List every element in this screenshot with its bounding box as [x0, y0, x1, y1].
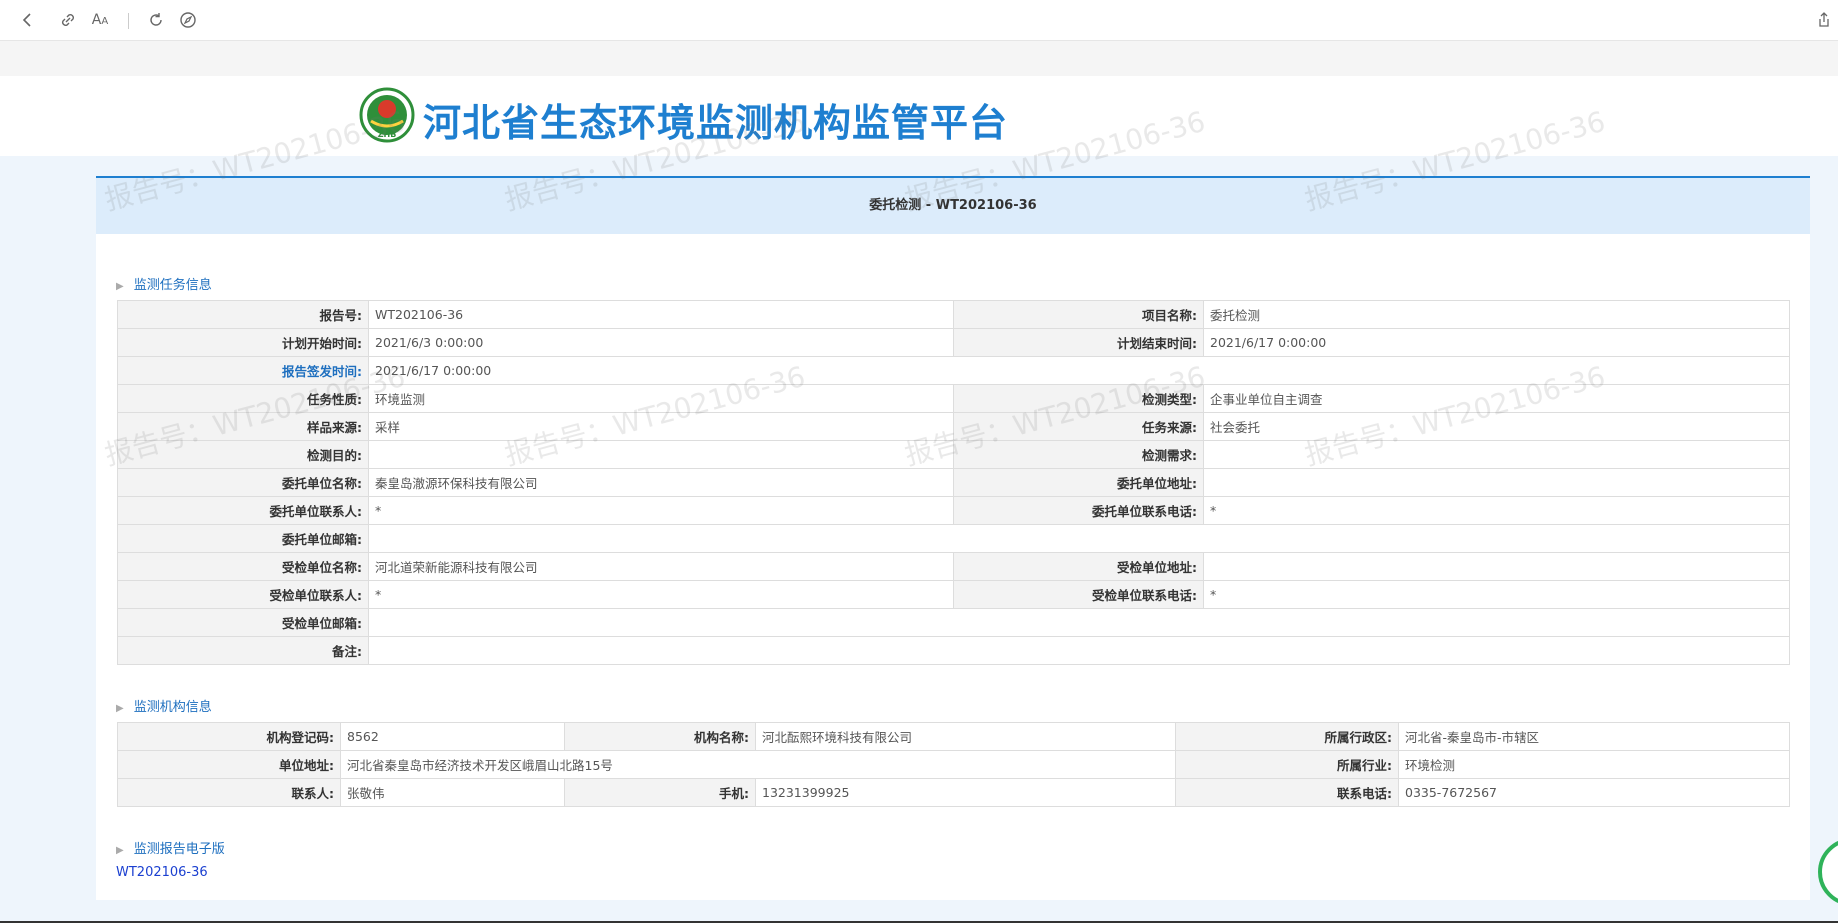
reg-code-label: 机构登记码:: [117, 722, 341, 751]
industry-value: 环境检测: [1398, 750, 1790, 779]
back-icon[interactable]: [18, 10, 38, 30]
browser-toolbar: AA: [0, 0, 1838, 41]
report-no-value: WT202106-36: [368, 300, 954, 329]
client-email-value: [368, 524, 1790, 553]
inspected-address-value: [1203, 552, 1790, 581]
issue-time-value: 2021/6/17 0:00:00: [368, 356, 1790, 385]
test-purpose-value: [368, 440, 954, 469]
logo-text: ZHB: [378, 130, 397, 139]
client-name-label: 委托单位名称:: [117, 468, 369, 497]
inspected-email-label: 受检单位邮箱:: [117, 608, 369, 637]
test-type-label: 检测类型:: [953, 384, 1204, 413]
site-title: 河北省生态环境监测机构监管平台: [423, 101, 1009, 145]
inspected-phone-value: *: [1203, 580, 1790, 609]
project-name-value: 委托检测: [1203, 300, 1790, 329]
table-row: 受检单位联系人: * 受检单位联系电话: *: [117, 580, 1790, 609]
table-row: 报告号: WT202106-36 项目名称: 委托检测: [117, 300, 1790, 329]
remark-value: [368, 636, 1790, 665]
text-size-icon[interactable]: AA: [90, 10, 110, 30]
contact-value: 张敬伟: [340, 778, 565, 807]
inspected-address-label: 受检单位地址:: [953, 552, 1204, 581]
task-section-title: ▶ 监测任务信息: [116, 278, 212, 293]
table-row: 单位地址: 河北省秦皇岛市经济技术开发区峨眉山北路15号 所属行业: 环境检测: [117, 750, 1790, 779]
table-row: 机构登记码: 8562 机构名称: 河北酝熙环境科技有限公司 所属行政区: 河北…: [117, 722, 1790, 751]
client-phone-value: *: [1203, 496, 1790, 525]
table-row: 受检单位邮箱:: [117, 608, 1790, 637]
table-row: 委托单位联系人: * 委托单位联系电话: *: [117, 496, 1790, 525]
sample-source-value: 采样: [368, 412, 954, 441]
client-contact-label: 委托单位联系人:: [117, 496, 369, 525]
address-label: 单位地址:: [117, 750, 341, 779]
table-row: 联系人: 张敬伟 手机: 13231399925 联系电话: 0335-7672…: [117, 778, 1790, 807]
table-row: 计划开始时间: 2021/6/3 0:00:00 计划结束时间: 2021/6/…: [117, 328, 1790, 357]
triangle-right-icon: ▶: [116, 281, 124, 292]
org-section-title: ▶ 监测机构信息: [116, 700, 212, 715]
task-nature-value: 环境监测: [368, 384, 954, 413]
issue-time-label: 报告签发时间:: [117, 356, 369, 385]
table-row: 报告签发时间: 2021/6/17 0:00:00: [117, 356, 1790, 385]
test-demand-value: [1203, 440, 1790, 469]
link-icon[interactable]: [58, 10, 78, 30]
plan-end-label: 计划结束时间:: [953, 328, 1204, 357]
inspected-contact-value: *: [368, 580, 954, 609]
test-demand-label: 检测需求:: [953, 440, 1204, 469]
task-source-label: 任务来源:: [953, 412, 1204, 441]
table-row: 任务性质: 环境监测 检测类型: 企事业单位自主调查: [117, 384, 1790, 413]
table-row: 备注:: [117, 636, 1790, 665]
test-purpose-label: 检测目的:: [117, 440, 369, 469]
toolbar-separator: [128, 13, 129, 29]
region-value: 河北省-秦皇岛市-市辖区: [1398, 722, 1790, 751]
remark-label: 备注:: [117, 636, 369, 665]
reload-icon[interactable]: [146, 10, 166, 30]
share-icon[interactable]: [1814, 10, 1834, 30]
task-nature-label: 任务性质:: [117, 384, 369, 413]
plan-start-label: 计划开始时间:: [117, 328, 369, 357]
phone-value: 0335-7672567: [1398, 778, 1790, 807]
report-download-link[interactable]: WT202106-36: [116, 865, 208, 880]
test-type-value: 企事业单位自主调查: [1203, 384, 1790, 413]
org-info-table: 机构登记码: 8562 机构名称: 河北酝熙环境科技有限公司 所属行政区: 河北…: [117, 722, 1790, 807]
reg-code-value: 8562: [340, 722, 565, 751]
address-value: 河北省秦皇岛市经济技术开发区峨眉山北路15号: [340, 750, 1176, 779]
client-contact-value: *: [368, 496, 954, 525]
table-row: 委托单位名称: 秦皇岛澈源环保科技有限公司 委托单位地址:: [117, 468, 1790, 497]
table-row: 样品来源: 采样 任务来源: 社会委托: [117, 412, 1790, 441]
mobile-value: 13231399925: [755, 778, 1176, 807]
sample-source-label: 样品来源:: [117, 412, 369, 441]
logo: ZHB: [359, 87, 415, 143]
table-row: 委托单位邮箱:: [117, 524, 1790, 553]
panel-header: 委托检测 - WT202106-36: [96, 176, 1810, 234]
org-name-label: 机构名称:: [564, 722, 756, 751]
plan-end-value: 2021/6/17 0:00:00: [1203, 328, 1790, 357]
client-address-value: [1203, 468, 1790, 497]
browser-gray-band: [0, 41, 1838, 76]
task-source-value: 社会委托: [1203, 412, 1790, 441]
client-name-value: 秦皇岛澈源环保科技有限公司: [368, 468, 954, 497]
contact-label: 联系人:: [117, 778, 341, 807]
panel-title: 委托检测 - WT202106-36: [869, 198, 1037, 213]
plan-start-value: 2021/6/3 0:00:00: [368, 328, 954, 357]
triangle-right-icon: ▶: [116, 845, 124, 856]
inspected-phone-label: 受检单位联系电话:: [953, 580, 1204, 609]
client-address-label: 委托单位地址:: [953, 468, 1204, 497]
triangle-right-icon: ▶: [116, 703, 124, 714]
inspected-email-value: [368, 608, 1790, 637]
table-row: 检测目的: 检测需求:: [117, 440, 1790, 469]
report-section-title: ▶ 监测报告电子版: [116, 842, 225, 857]
compass-icon[interactable]: [178, 10, 198, 30]
client-phone-label: 委托单位联系电话:: [953, 496, 1204, 525]
project-name-label: 项目名称:: [953, 300, 1204, 329]
region-label: 所属行政区:: [1175, 722, 1399, 751]
inspected-name-label: 受检单位名称:: [117, 552, 369, 581]
phone-label: 联系电话:: [1175, 778, 1399, 807]
inspected-contact-label: 受检单位联系人:: [117, 580, 369, 609]
report-no-label: 报告号:: [117, 300, 369, 329]
mobile-label: 手机:: [564, 778, 756, 807]
table-row: 受检单位名称: 河北道荣新能源科技有限公司 受检单位地址:: [117, 552, 1790, 581]
client-email-label: 委托单位邮箱:: [117, 524, 369, 553]
inspected-name-value: 河北道荣新能源科技有限公司: [368, 552, 954, 581]
task-info-table: 报告号: WT202106-36 项目名称: 委托检测 计划开始时间: 2021…: [117, 300, 1790, 665]
org-name-value: 河北酝熙环境科技有限公司: [755, 722, 1176, 751]
industry-label: 所属行业:: [1175, 750, 1399, 779]
